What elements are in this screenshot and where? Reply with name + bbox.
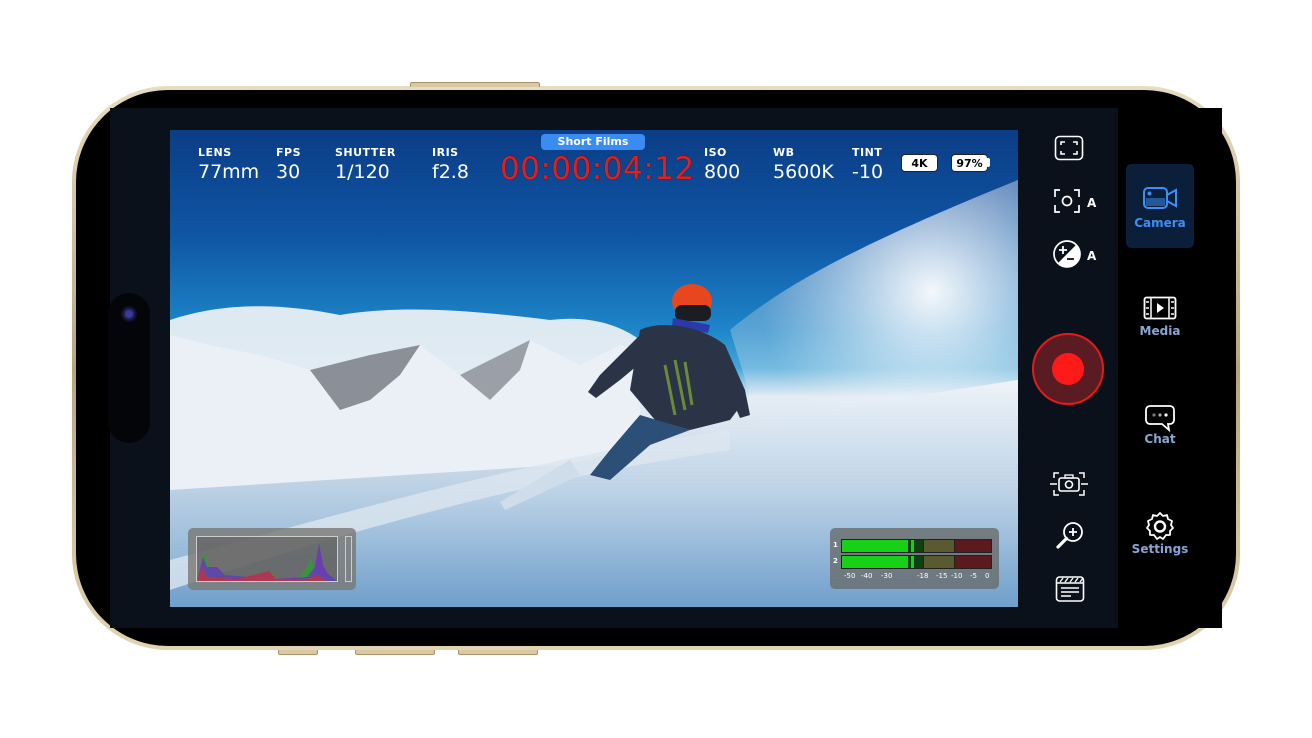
iris-readout[interactable]: IRIS f2.8 — [432, 146, 469, 183]
slate-icon — [1055, 576, 1085, 602]
scale-label: -40 — [861, 572, 873, 580]
frame-guides-icon — [1054, 135, 1084, 161]
scale-label: -30 — [881, 572, 893, 580]
nav-camera[interactable]: Camera — [1126, 164, 1194, 248]
chat-bubble-icon — [1145, 405, 1175, 432]
auto-exposure-button[interactable]: A — [1052, 238, 1100, 270]
fps-label: FPS — [276, 146, 301, 159]
scale-label: -15 — [936, 572, 948, 580]
gear-icon — [1146, 512, 1174, 540]
zoom-button[interactable] — [1054, 519, 1086, 551]
iso-value: 800 — [704, 161, 741, 183]
resolution-badge[interactable]: 4K — [901, 154, 938, 172]
tint-readout[interactable]: TINT -10 — [852, 146, 883, 183]
nav-settings[interactable]: Settings — [1126, 500, 1194, 584]
timecode: 00:00:04:12 — [500, 151, 695, 187]
nav-camera-label: Camera — [1134, 216, 1186, 230]
video-camera-icon — [1143, 187, 1177, 209]
scale-label: -10 — [951, 572, 963, 580]
audio-meters[interactable]: 1 2 -50 -40 -30 -18 -15 -10 -5 0 — [830, 528, 999, 589]
frame-guides-button[interactable] — [1053, 134, 1085, 162]
battery-nub — [987, 158, 990, 167]
shutter-readout[interactable]: SHUTTER 1/120 — [335, 146, 396, 183]
scale-label: 0 — [985, 572, 990, 580]
nav-settings-label: Settings — [1131, 542, 1189, 556]
side-button — [410, 82, 540, 87]
iris-label: IRIS — [432, 146, 459, 159]
histogram[interactable] — [188, 528, 356, 590]
nav-chat-label: Chat — [1144, 432, 1176, 446]
iso-label: ISO — [704, 146, 727, 159]
channel-2-label: 2 — [833, 557, 838, 565]
shutter-value: 1/120 — [335, 161, 390, 183]
fps-readout[interactable]: FPS 30 — [276, 146, 301, 183]
battery-indicator: 97% — [951, 154, 988, 172]
wb-label: WB — [773, 146, 795, 159]
scale-label: -5 — [970, 572, 977, 580]
lens-readout[interactable]: LENS 77mm — [198, 146, 259, 183]
stabilization-button[interactable] — [1049, 468, 1089, 500]
fps-value: 30 — [276, 161, 301, 183]
front-camera-lens — [121, 306, 137, 322]
film-play-icon — [1143, 296, 1177, 320]
audio-meter-channel-2 — [841, 555, 992, 569]
audio-meter-channel-1 — [841, 539, 992, 553]
wb-value: 5600K — [773, 161, 834, 183]
iris-value: f2.8 — [432, 161, 469, 183]
shutter-label: SHUTTER — [335, 146, 396, 159]
auto-focus-icon: A — [1054, 189, 1097, 213]
white-balance-readout[interactable]: WB 5600K — [773, 146, 834, 183]
scale-label: -50 — [844, 572, 856, 580]
histogram-graph — [197, 543, 337, 581]
iso-readout[interactable]: ISO 800 — [704, 146, 740, 183]
slate-button[interactable] — [1054, 574, 1086, 604]
nav-chat[interactable]: Chat — [1126, 392, 1194, 476]
tint-label: TINT — [852, 146, 883, 159]
project-name-tag[interactable]: Short Films — [541, 134, 645, 150]
camera-stabilization-icon — [1050, 472, 1088, 496]
volume-up-button — [355, 650, 435, 655]
mute-switch — [278, 650, 318, 655]
histogram-plot — [196, 536, 338, 582]
auto-focus-button[interactable]: A — [1052, 186, 1100, 216]
scale-label: -18 — [917, 572, 929, 580]
record-icon — [1052, 353, 1084, 385]
volume-down-button — [458, 650, 538, 655]
auto-exposure-mode: A — [1087, 249, 1097, 263]
nav-media[interactable]: Media — [1126, 282, 1194, 366]
nav-media-label: Media — [1139, 324, 1181, 338]
channel-1-label: 1 — [833, 541, 838, 549]
lens-value: 77mm — [198, 161, 260, 183]
tint-value: -10 — [852, 161, 884, 183]
lens-label: LENS — [198, 146, 232, 159]
zoom-in-icon — [1056, 522, 1083, 549]
auto-exposure-icon: A — [1053, 240, 1097, 268]
auto-focus-mode: A — [1087, 196, 1097, 210]
dynamic-island — [108, 293, 150, 443]
record-button[interactable] — [1032, 333, 1104, 405]
histogram-clip-indicator — [345, 536, 352, 582]
